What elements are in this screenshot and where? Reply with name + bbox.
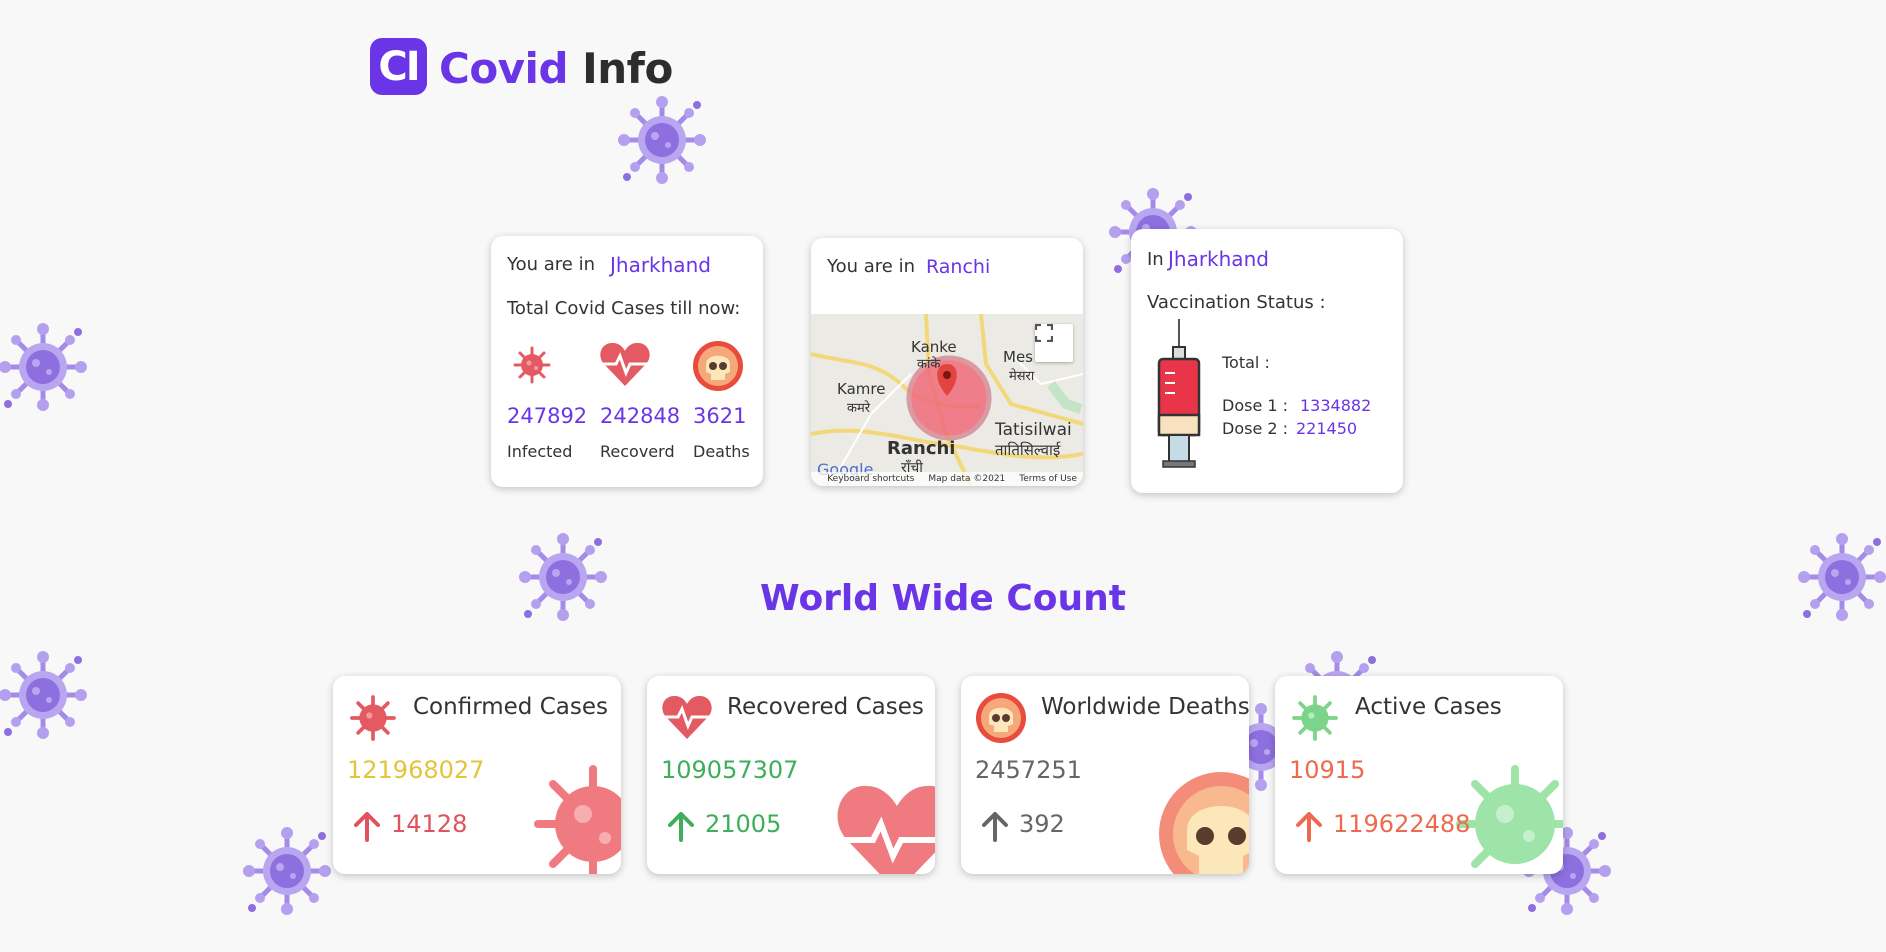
virus-decoration-icon	[615, 93, 709, 187]
arrow-up-icon	[668, 812, 694, 842]
state-prefix: You are in	[507, 254, 595, 275]
heart-icon	[662, 695, 712, 739]
arrow-up-icon	[354, 812, 380, 842]
vaccine-total-label: Total :	[1222, 353, 1270, 372]
heart-background-icon	[837, 785, 935, 874]
map-label-tatisilwai: Tatisilwai	[995, 420, 1072, 440]
skull-icon	[693, 341, 743, 391]
map-label-mes: Mes	[1003, 348, 1033, 366]
skull-icon	[976, 693, 1026, 743]
map-label-ranchi: Ranchi	[887, 438, 956, 459]
dose1-value: 1334882	[1300, 396, 1372, 415]
recovered-label: Recoverd	[600, 442, 675, 461]
map-label-kamre: Kamre	[837, 380, 886, 398]
active-cases-increase: 119622488	[1333, 810, 1471, 838]
recovered-count: 242848	[600, 404, 681, 428]
active-cases-card: Active Cases 10915 119622488	[1275, 676, 1563, 874]
active-cases-value: 10915	[1289, 756, 1366, 784]
vaccination-card: In Jharkhand Vaccination Status : Total …	[1131, 229, 1403, 493]
skull-background-icon	[1159, 772, 1249, 874]
app-logo[interactable]: CI	[370, 38, 427, 95]
location-map-card: You are in Ranchi Kanke कांके Kamre कमरे…	[811, 238, 1083, 486]
google-map[interactable]: Kanke कांके Kamre कमरे Mes मेसरा Tatisil…	[811, 314, 1083, 486]
confirmed-cases-increase: 14128	[391, 810, 468, 838]
app-title-part1: Covid	[439, 44, 569, 93]
map-label-tatisilwai-hi: तातिसिल्वाई	[995, 441, 1061, 459]
state-subtitle: Total Covid Cases till now:	[507, 298, 741, 319]
map-label-kamre-hi: कमरे	[847, 401, 871, 416]
virus-green-background-icon	[1456, 765, 1563, 868]
state-name: Jharkhand	[610, 253, 711, 277]
deaths-count: 3621	[693, 404, 747, 428]
infected-label: Infected	[507, 442, 573, 461]
virus-green-icon	[1292, 695, 1338, 741]
arrow-up-icon	[982, 812, 1008, 842]
app-title[interactable]: Covid Info	[439, 44, 673, 93]
world-wide-title: World Wide Count	[760, 578, 1126, 619]
deaths-label: Deaths	[693, 442, 750, 461]
arrow-up-icon	[1296, 812, 1322, 842]
map-label-mes-hi: मेसरा	[1009, 369, 1035, 384]
dose2-value: 221450	[1296, 419, 1358, 438]
active-cases-title: Active Cases	[1355, 694, 1502, 720]
worldwide-deaths-card: Worldwide Deaths 2457251 392	[961, 676, 1249, 874]
fullscreen-icon	[1035, 324, 1053, 342]
app-title-part2: Info	[582, 44, 673, 93]
dose1-label: Dose 1 :	[1222, 396, 1289, 415]
state-cases-card: You are in Jharkhand Total Covid Cases t…	[491, 236, 763, 487]
worldwide-deaths-title: Worldwide Deaths	[1041, 694, 1249, 720]
vaccination-status-label: Vaccination Status :	[1147, 292, 1326, 313]
virus-decoration-icon	[240, 824, 334, 918]
vaccine-prefix: In	[1147, 249, 1164, 270]
worldwide-deaths-value: 2457251	[975, 756, 1082, 784]
confirmed-cases-value: 121968027	[347, 756, 485, 784]
syringe-icon	[1157, 319, 1201, 468]
map-data-text: Map data ©2021	[928, 474, 1006, 484]
virus-decoration-icon	[0, 320, 90, 414]
virus-icon	[513, 346, 551, 384]
fullscreen-button[interactable]	[1035, 324, 1073, 362]
map-label-kanke-hi: कांके	[917, 357, 941, 372]
virus-decoration-icon	[0, 648, 90, 742]
map-footer: Keyboard shortcuts Map data ©2021 Terms …	[811, 472, 1083, 486]
vaccine-state: Jharkhand	[1168, 247, 1269, 271]
confirmed-cases-title: Confirmed Cases	[413, 694, 608, 720]
recovered-cases-card: Recovered Cases 109057307 21005	[647, 676, 935, 874]
city-name: Ranchi	[926, 256, 991, 278]
heart-icon	[600, 342, 650, 386]
city-prefix: You are in	[827, 256, 915, 277]
terms-link[interactable]: Terms of Use	[1019, 474, 1077, 484]
recovered-cases-value: 109057307	[661, 756, 799, 784]
dose2-label: Dose 2 :	[1222, 419, 1289, 438]
keyboard-shortcuts-link[interactable]: Keyboard shortcuts	[827, 474, 914, 484]
confirmed-cases-card: Confirmed Cases 121968027 14128	[333, 676, 621, 874]
infected-count: 247892	[507, 404, 588, 428]
virus-icon	[350, 695, 396, 741]
recovered-cases-title: Recovered Cases	[727, 694, 924, 720]
recovered-cases-increase: 21005	[705, 810, 782, 838]
virus-background-icon	[534, 765, 621, 874]
worldwide-deaths-increase: 392	[1019, 810, 1065, 838]
